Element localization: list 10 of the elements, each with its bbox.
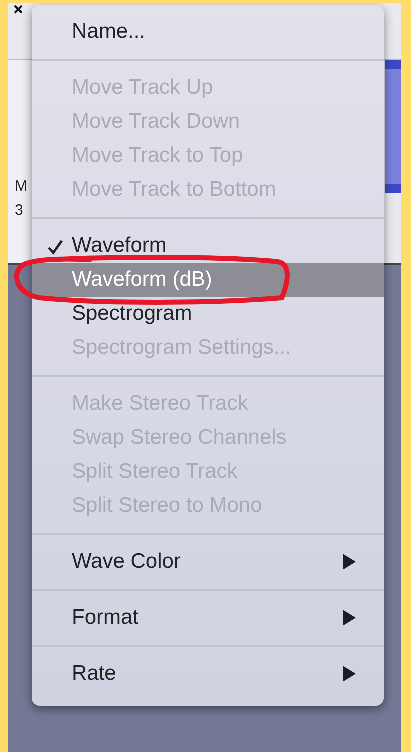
track-label: 3: [15, 201, 24, 221]
menu-item[interactable]: Waveform (dB): [32, 263, 384, 297]
menu-item[interactable]: Rate: [32, 657, 384, 691]
track-label: M: [15, 177, 28, 197]
menu-item[interactable]: Format: [32, 601, 384, 635]
menu-item[interactable]: Name...: [32, 15, 384, 49]
menu-item[interactable]: Wave Color: [32, 545, 384, 579]
menu-item[interactable]: Spectrogram: [32, 297, 384, 331]
close-icon[interactable]: [14, 5, 23, 14]
menu-item[interactable]: Waveform: [32, 229, 384, 263]
